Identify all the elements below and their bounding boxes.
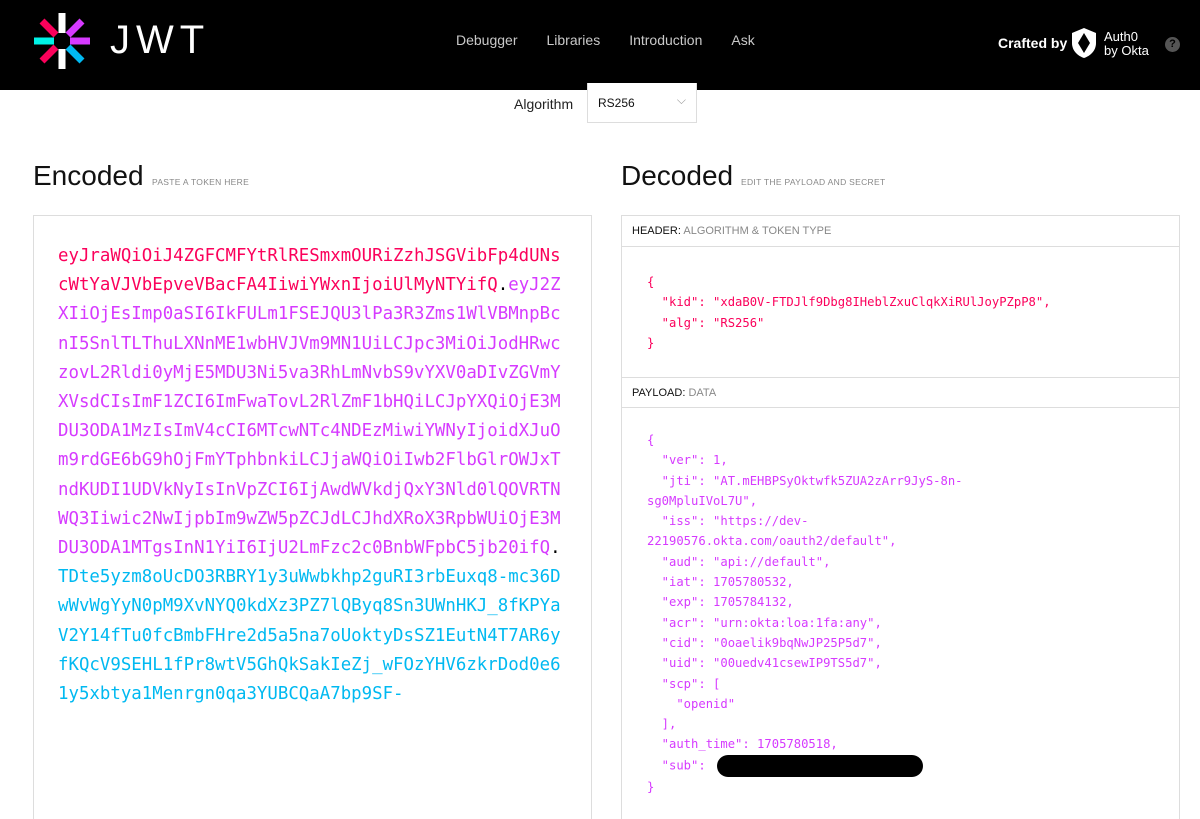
token-header-part: eyJraWQiOiJ4ZGFCMFYtRlRESmxmOURiZzhJSGVi… (58, 246, 561, 296)
payload-section-title: PAYLOAD: DATA (622, 377, 1179, 408)
encoded-title: Encoded (33, 160, 144, 191)
token-signature-part: TDte5yzm8oUcDO3RBRY1y3uWwbkhp2guRI3rbEux… (58, 567, 561, 705)
token-payload-part: eyJ2ZXIiOjEsImp0aSI6IkFULm1FSEJQU3lPa3R3… (58, 275, 561, 559)
header-sublabel: ALGORITHM & TOKEN TYPE (683, 225, 832, 237)
auth0-by-okta-link[interactable]: Auth0 by Okta (1104, 30, 1149, 58)
chevron-down-icon: ⌵ (676, 93, 686, 107)
main-nav: Debugger Libraries Introduction Ask (456, 32, 784, 48)
encoded-token-editor[interactable]: eyJraWQiOiJ4ZGFCMFYtRlRESmxmOURiZzhJSGVi… (33, 215, 592, 819)
crafted-by-label: Crafted by (998, 35, 1068, 51)
decoded-subtitle: EDIT THE PAYLOAD AND SECRET (741, 177, 886, 187)
header-label: HEADER: (632, 225, 681, 237)
payload-json-text: { "ver": 1, "jti": "AT.mEHBPSyOktwfk5ZUA… (647, 433, 963, 773)
jwt-logo-icon[interactable] (32, 11, 92, 71)
token-separator-dot: . (550, 538, 561, 559)
help-icon[interactable]: ? (1165, 37, 1180, 52)
nav-debugger[interactable]: Debugger (456, 32, 518, 48)
top-navigation-bar: JWT Debugger Libraries Introduction Ask … (0, 0, 1200, 90)
algorithm-select[interactable]: RS256 ⌵ (587, 83, 697, 123)
logo-wordmark[interactable]: JWT (110, 18, 210, 63)
nav-introduction[interactable]: Introduction (629, 32, 702, 48)
auth0-shield-icon[interactable] (1070, 27, 1098, 59)
nav-libraries[interactable]: Libraries (547, 32, 601, 48)
decoded-title: Decoded (621, 160, 734, 191)
payload-json-close: } (647, 779, 655, 794)
encoded-subtitle: PASTE A TOKEN HERE (152, 177, 250, 187)
nav-ask[interactable]: Ask (731, 32, 754, 48)
payload-sublabel: DATA (688, 387, 717, 399)
header-json-editor[interactable]: { "kid": "xdaB0V-FTDJlf9Dbg8IHeblZxuClqk… (647, 272, 1051, 353)
payload-label: PAYLOAD: (632, 387, 686, 399)
decoded-panel: HEADER: ALGORITHM & TOKEN TYPE { "kid": … (621, 215, 1180, 819)
algorithm-label: Algorithm (514, 96, 574, 112)
algorithm-value: RS256 (598, 96, 635, 110)
redacted-sub-value (717, 754, 924, 777)
auth0-line1: Auth0 (1104, 29, 1138, 44)
auth0-line2: by Okta (1104, 43, 1149, 58)
encoded-token-text[interactable]: eyJraWQiOiJ4ZGFCMFYtRlRESmxmOURiZzhJSGVi… (58, 242, 568, 709)
token-separator-dot: . (497, 275, 509, 296)
header-section-title: HEADER: ALGORITHM & TOKEN TYPE (622, 216, 1179, 247)
payload-json-editor[interactable]: { "ver": 1, "jti": "AT.mEHBPSyOktwfk5ZUA… (647, 430, 963, 797)
